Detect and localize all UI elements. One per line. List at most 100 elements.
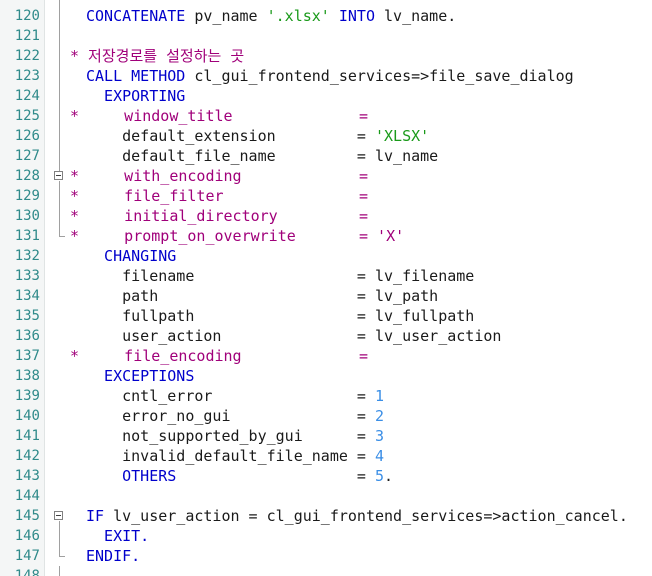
line-number: 143 [14,468,40,484]
code-text: * initial_directory = [70,206,368,226]
code-line[interactable]: 124 EXPORTING [0,86,652,106]
code-token: EXCEPTIONS [86,367,195,385]
line-number: 123 [14,68,40,84]
code-editor[interactable]: 120 CONCATENATE pv_name '.xlsx' INTO lv_n… [0,0,652,576]
line-number: 141 [14,428,40,444]
code-text: * with_encoding = [70,166,368,186]
line-number: 145 [14,508,40,524]
code-text: CONCATENATE pv_name '.xlsx' INTO lv_name… [86,6,456,26]
code-token: = [176,467,375,485]
line-number: 122 [14,48,40,64]
code-token: CONCATENATE [86,7,195,25]
code-line[interactable]: 139 cntl_error = 1 [0,386,652,406]
code-token: path = lv_path [86,287,439,305]
line-number: 133 [14,268,40,284]
code-token: 5 [375,467,385,485]
code-line[interactable]: 143 OTHERS = 5. [0,466,652,486]
code-text: * 저장경로를 설정하는 곳 [70,46,244,66]
code-line[interactable]: 133 filename = lv_filename [0,266,652,286]
code-token: cl_gui_frontend_services=>file_save_dial… [194,67,574,85]
code-text: invalid_default_file_name = 4 [86,446,384,466]
code-text: * prompt_on_overwrite = 'X' [70,226,404,246]
fold-toggle-icon[interactable] [54,171,63,180]
code-line[interactable]: 137 * file_encoding = [0,346,652,366]
code-token: CALL METHOD [86,67,195,85]
line-number: 130 [14,208,40,224]
code-token: 1 [374,387,385,405]
code-text: fullpath = lv_fullpath [86,306,474,326]
code-line[interactable]: 134 path = lv_path [0,286,652,306]
code-text: not_supported_by_gui = 3 [86,426,384,446]
code-text: filename = lv_filename [86,266,474,286]
line-number: 128 [14,168,40,184]
line-number: 127 [14,148,40,164]
line-number: 135 [14,308,40,324]
line-number: 140 [14,408,40,424]
code-line[interactable]: 125 * window_title = [0,106,652,126]
code-token: EXIT. [86,527,150,545]
code-text: default_file_name = lv_name [86,146,438,166]
code-token: * with_encoding = [70,167,369,185]
code-line[interactable]: 122 * 저장경로를 설정하는 곳 [0,46,652,66]
code-token: error_no_gui = [86,407,375,425]
code-token: default_extension = [86,127,375,145]
code-text: cntl_error = 1 [86,386,384,406]
code-text: user_action = lv_user_action [86,326,501,346]
code-line[interactable]: 123 CALL METHOD cl_gui_frontend_services=… [0,66,652,86]
code-token: * 저장경로를 설정하는 곳 [70,47,245,65]
fold-guide-line [59,181,60,236]
code-line[interactable]: 130 * initial_directory = [0,206,652,226]
line-number: 129 [14,188,40,204]
code-line[interactable]: 135 fullpath = lv_fullpath [0,306,652,326]
code-text: path = lv_path [86,286,438,306]
code-line[interactable]: 141 not_supported_by_gui = 3 [0,426,652,446]
code-token: '.xlsx' [266,7,330,25]
line-number: 138 [14,368,40,384]
code-line[interactable]: 121 [0,26,652,46]
code-token: * file_filter = [70,187,369,205]
code-token: . [384,467,394,485]
line-number: 120 [14,8,40,24]
code-line[interactable]: 127 default_file_name = lv_name [0,146,652,166]
fold-toggle-icon[interactable] [54,511,63,520]
code-line[interactable]: 128 * with_encoding = [0,166,652,186]
code-line[interactable]: 145 IF lv_user_action = cl_gui_frontend_s… [0,506,652,526]
code-line[interactable]: 142 invalid_default_file_name = 4 [0,446,652,466]
code-text: EXCEPTIONS [86,366,194,386]
code-token: pv_name [194,7,267,25]
code-line[interactable]: 147 ENDIF. [0,546,652,566]
line-number: 121 [14,28,40,44]
code-line[interactable]: 132 CHANGING [0,246,652,266]
code-line[interactable]: 148 [0,566,652,576]
line-number: 139 [14,388,40,404]
code-token: CHANGING [86,247,177,265]
code-text: * file_filter = [70,186,368,206]
code-text: OTHERS = 5. [86,466,393,486]
code-line[interactable]: 120 CONCATENATE pv_name '.xlsx' INTO lv_n… [0,6,652,26]
code-text: CHANGING [86,246,176,266]
code-line[interactable]: 126 default_extension = 'XLSX' [0,126,652,146]
code-line[interactable]: 146 EXIT. [0,526,652,546]
code-text: CALL METHOD cl_gui_frontend_services=>fi… [86,66,574,86]
code-token: default_file_name = lv_name [86,147,439,165]
line-number: 137 [14,348,40,364]
line-number: 142 [14,448,40,464]
code-token: * prompt_on_overwrite = [70,227,378,245]
code-token: 3 [374,427,385,445]
code-line[interactable]: 136 user_action = lv_user_action [0,326,652,346]
line-number: 144 [14,488,40,504]
code-token: 'XLSX' [374,127,430,145]
code-line[interactable]: 140 error_no_gui = 2 [0,406,652,426]
line-number: 148 [14,568,40,576]
code-line[interactable]: 144 [0,486,652,506]
code-token: * file_encoding = [70,347,369,365]
code-token: lv_user_action = cl_gui_frontend_service… [113,507,628,525]
line-number: 136 [14,328,40,344]
code-text: * window_title = [70,106,368,126]
code-line[interactable]: 138 EXCEPTIONS [0,366,652,386]
line-number: 124 [14,88,40,104]
code-line[interactable]: 131 * prompt_on_overwrite = 'X' [0,226,652,246]
code-token: 4 [374,447,385,465]
code-line[interactable]: 129 * file_filter = [0,186,652,206]
